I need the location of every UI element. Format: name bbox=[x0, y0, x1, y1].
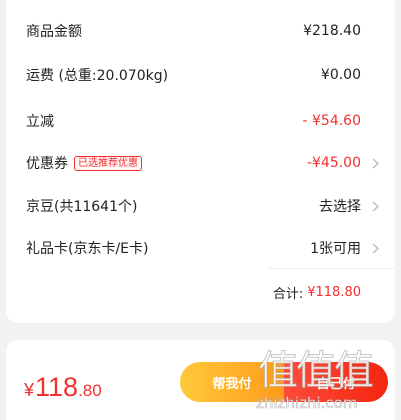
coupon-label: 优惠券 bbox=[26, 156, 68, 172]
instant-discount-value: - ¥54.60 bbox=[302, 113, 362, 129]
chevron-right-icon bbox=[369, 201, 381, 212]
jingdou-value: 去选择 bbox=[319, 199, 361, 215]
coupon-recommend-badge: 已选推荐优惠 bbox=[74, 155, 142, 171]
instant-discount-row: 立减 - ¥54.60 bbox=[26, 109, 381, 133]
shipping-value: ¥0.00 bbox=[320, 67, 361, 83]
jingdou-label: 京豆(共11641个) bbox=[26, 199, 138, 215]
total-label: 合计: bbox=[272, 286, 304, 302]
chevron-right-icon bbox=[369, 243, 381, 254]
price-currency: ¥ bbox=[24, 380, 35, 400]
order-summary-card: 商品金额 ¥218.40 运费 (总重:20.070kg) ¥0.00 立减 -… bbox=[6, 0, 395, 323]
total-value: ¥118.80 bbox=[307, 284, 361, 300]
goods-amount-value: ¥218.40 bbox=[303, 23, 361, 39]
price-integer: 118 bbox=[35, 372, 79, 402]
gift-card-label: 礼品卡(京东卡/E卡) bbox=[26, 241, 149, 257]
shipping-row: 运费 (总重:20.070kg) ¥0.00 bbox=[26, 63, 381, 87]
payable-price: ¥ 118 .80 bbox=[24, 372, 102, 403]
goods-amount-label: 商品金额 bbox=[26, 24, 82, 40]
shipping-label: 运费 (总重:20.070kg) bbox=[26, 68, 169, 84]
gift-card-value: 1张可用 bbox=[310, 241, 361, 257]
divider bbox=[268, 268, 395, 269]
jingdou-row[interactable]: 京豆(共11641个) 去选择 bbox=[26, 194, 381, 218]
instant-discount-label: 立减 bbox=[26, 114, 54, 130]
price-decimal: .80 bbox=[78, 381, 102, 400]
checkout-bar: ¥ 118 .80 帮我付 自己付 bbox=[6, 340, 395, 420]
coupon-value: -¥45.00 bbox=[306, 155, 361, 171]
pay-myself-button[interactable]: 自己付 bbox=[284, 362, 388, 402]
help-me-pay-button[interactable]: 帮我付 bbox=[180, 362, 284, 402]
chevron-right-icon bbox=[369, 158, 381, 169]
goods-amount-row: 商品金额 ¥218.40 bbox=[26, 19, 381, 43]
gift-card-row[interactable]: 礼品卡(京东卡/E卡) 1张可用 bbox=[26, 236, 381, 260]
order-total: 合计: ¥118.80 bbox=[273, 281, 361, 303]
coupon-row[interactable]: 优惠券 已选推荐优惠 -¥45.00 bbox=[26, 151, 381, 175]
